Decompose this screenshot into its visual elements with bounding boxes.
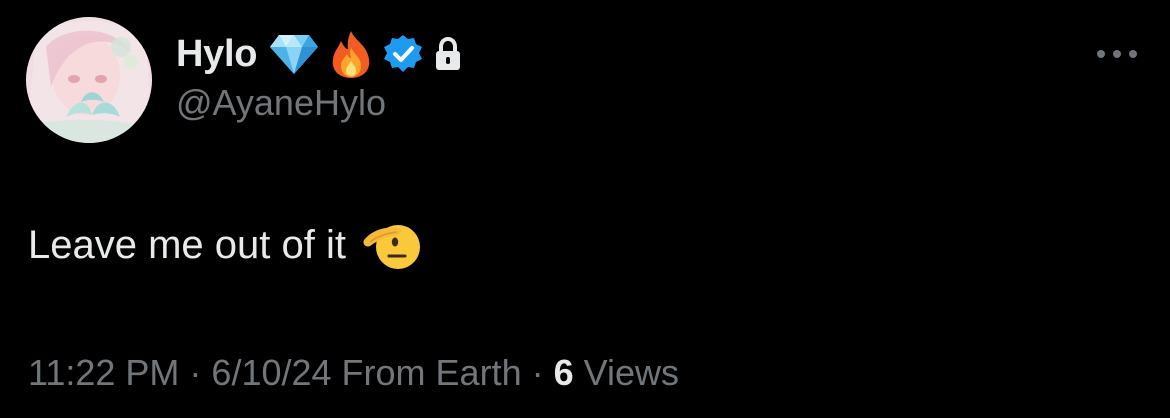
user-handle[interactable]: @AyaneHylo — [176, 82, 473, 124]
meta-separator: · — [521, 352, 554, 393]
avatar-image — [26, 17, 152, 143]
tweet-text: Leave me out of it — [28, 218, 420, 272]
lock-icon — [433, 36, 463, 71]
meta-separator: · — [179, 352, 212, 393]
timestamp-time[interactable]: 11:22 PM — [28, 352, 179, 393]
display-name[interactable]: Hylo — [176, 33, 257, 76]
more-options-icon[interactable] — [1097, 44, 1137, 64]
saluting-face-icon — [362, 218, 420, 272]
views-count[interactable]: 6 — [554, 352, 574, 393]
tweet: Hylo @AyaneHylo Leave me out of it 11:22… — [0, 0, 1170, 418]
name-row: Hylo — [176, 28, 473, 80]
tweet-header: Hylo @AyaneHylo — [176, 28, 473, 138]
tweet-meta: 11:22 PM · 6/10/24 From Earth · 6 Views — [28, 352, 679, 394]
avatar[interactable] — [26, 17, 152, 143]
views-label: Views — [573, 352, 680, 393]
fire-icon — [329, 29, 373, 79]
gem-icon — [269, 33, 319, 75]
verified-icon[interactable] — [383, 34, 423, 74]
tweet-source: From Earth — [331, 352, 522, 393]
timestamp-date[interactable]: 6/10/24 — [211, 352, 331, 393]
tweet-text-content: Leave me out of it — [28, 222, 346, 267]
